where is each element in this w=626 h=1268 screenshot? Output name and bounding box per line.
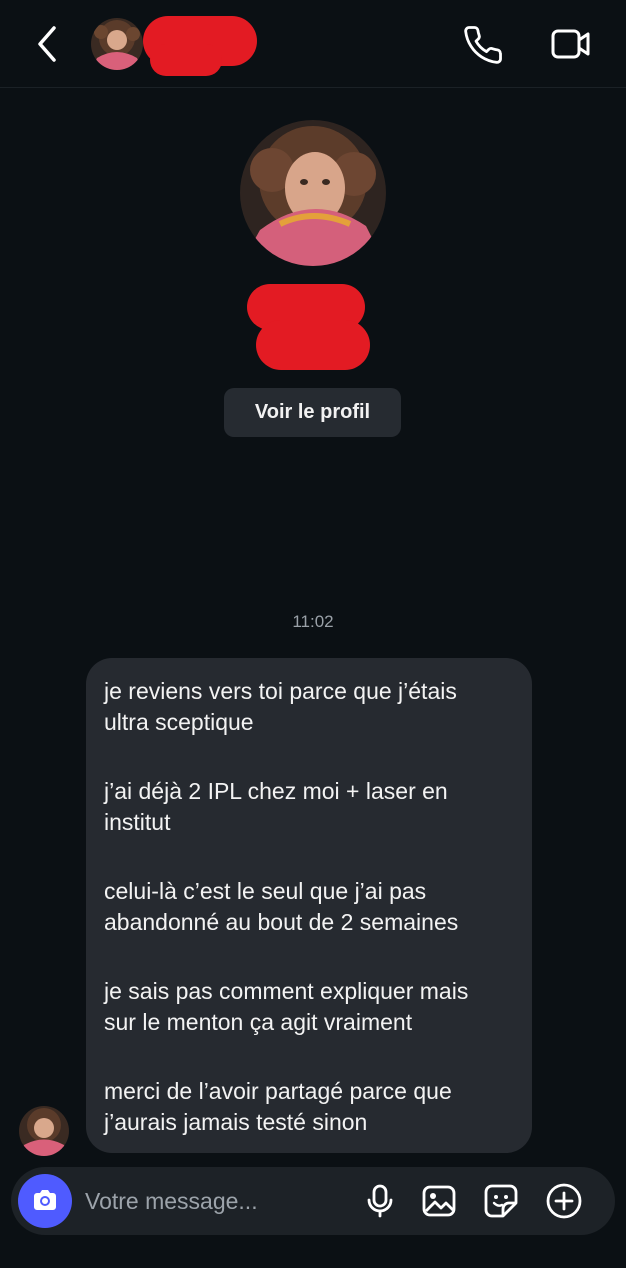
- message-paragraph: je reviens vers toi parce que j’étais ul…: [104, 678, 457, 735]
- contact-avatar[interactable]: [91, 18, 143, 70]
- sticker-icon: [484, 1184, 518, 1218]
- more-options-button[interactable]: [545, 1182, 583, 1220]
- voice-call-button[interactable]: [462, 24, 504, 66]
- message-input[interactable]: [85, 1181, 345, 1221]
- message-paragraph: merci de l’avoir partagé parce que j’aur…: [104, 1078, 452, 1135]
- camera-icon: [34, 1190, 56, 1210]
- back-button[interactable]: [30, 24, 66, 64]
- profile-avatar[interactable]: [240, 120, 386, 266]
- received-message-bubble[interactable]: je reviens vers toi parce que j’étais ul…: [86, 658, 532, 1153]
- message-paragraph: je sais pas comment expliquer mais sur l…: [104, 978, 469, 1035]
- camera-button[interactable]: [18, 1174, 72, 1228]
- video-camera-icon: [551, 29, 590, 59]
- redacted-profile-username: [256, 320, 370, 370]
- phone-icon: [464, 26, 502, 64]
- redacted-contact-name-extra: [150, 44, 222, 76]
- sender-avatar[interactable]: [19, 1106, 69, 1156]
- view-profile-button[interactable]: Voir le profil: [224, 388, 401, 437]
- voice-message-button[interactable]: [361, 1182, 399, 1220]
- message-timestamp: 11:02: [292, 612, 334, 631]
- video-call-button[interactable]: [548, 24, 594, 66]
- chat-header: [0, 0, 626, 88]
- message-paragraph: j’ai déjà 2 IPL chez moi + laser en inst…: [104, 778, 448, 835]
- image-icon: [422, 1185, 456, 1217]
- chevron-left-icon: [38, 26, 56, 62]
- gallery-button[interactable]: [420, 1182, 458, 1220]
- message-composer: [11, 1167, 615, 1235]
- sticker-button[interactable]: [482, 1182, 520, 1220]
- plus-circle-icon: [546, 1183, 582, 1219]
- message-paragraph: celui-là c’est le seul que j’ai pas aban…: [104, 878, 459, 935]
- microphone-icon: [367, 1184, 393, 1218]
